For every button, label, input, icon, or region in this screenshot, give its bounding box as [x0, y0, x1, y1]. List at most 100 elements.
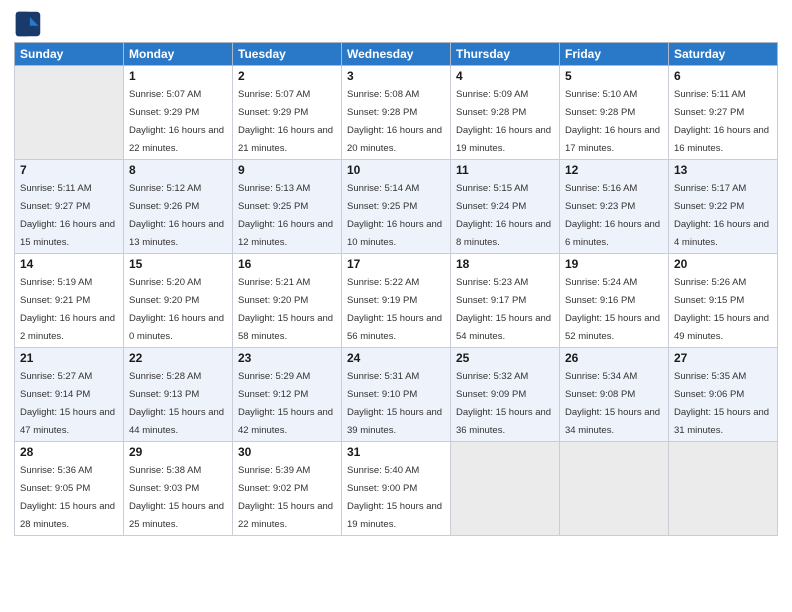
day-detail: Sunrise: 5:11 AMSunset: 9:27 PMDaylight:…: [674, 89, 769, 154]
calendar-cell: [669, 442, 778, 536]
day-detail: Sunrise: 5:16 AMSunset: 9:23 PMDaylight:…: [565, 183, 660, 248]
day-detail: Sunrise: 5:13 AMSunset: 9:25 PMDaylight:…: [238, 183, 333, 248]
day-number: 26: [565, 351, 663, 365]
day-detail: Sunrise: 5:36 AMSunset: 9:05 PMDaylight:…: [20, 465, 115, 530]
day-detail: Sunrise: 5:09 AMSunset: 9:28 PMDaylight:…: [456, 89, 551, 154]
day-number: 25: [456, 351, 554, 365]
day-number: 12: [565, 163, 663, 177]
day-detail: Sunrise: 5:07 AMSunset: 9:29 PMDaylight:…: [129, 89, 224, 154]
day-detail: Sunrise: 5:38 AMSunset: 9:03 PMDaylight:…: [129, 465, 224, 530]
header-tuesday: Tuesday: [233, 43, 342, 66]
day-number: 3: [347, 69, 445, 83]
day-number: 7: [20, 163, 118, 177]
header-saturday: Saturday: [669, 43, 778, 66]
calendar-cell: 30 Sunrise: 5:39 AMSunset: 9:02 PMDayligh…: [233, 442, 342, 536]
calendar-cell: 18 Sunrise: 5:23 AMSunset: 9:17 PMDayligh…: [451, 254, 560, 348]
day-detail: Sunrise: 5:11 AMSunset: 9:27 PMDaylight:…: [20, 183, 115, 248]
header: [14, 10, 778, 38]
logo: [14, 10, 46, 38]
day-detail: Sunrise: 5:17 AMSunset: 9:22 PMDaylight:…: [674, 183, 769, 248]
day-number: 30: [238, 445, 336, 459]
calendar-cell: 21 Sunrise: 5:27 AMSunset: 9:14 PMDayligh…: [15, 348, 124, 442]
header-thursday: Thursday: [451, 43, 560, 66]
calendar-cell: 1 Sunrise: 5:07 AMSunset: 9:29 PMDaylight…: [124, 66, 233, 160]
day-detail: Sunrise: 5:39 AMSunset: 9:02 PMDaylight:…: [238, 465, 333, 530]
day-detail: Sunrise: 5:07 AMSunset: 9:29 PMDaylight:…: [238, 89, 333, 154]
calendar-cell: [560, 442, 669, 536]
calendar-cell: 5 Sunrise: 5:10 AMSunset: 9:28 PMDaylight…: [560, 66, 669, 160]
calendar-cell: 13 Sunrise: 5:17 AMSunset: 9:22 PMDayligh…: [669, 160, 778, 254]
day-detail: Sunrise: 5:24 AMSunset: 9:16 PMDaylight:…: [565, 277, 660, 342]
header-monday: Monday: [124, 43, 233, 66]
day-number: 2: [238, 69, 336, 83]
day-number: 28: [20, 445, 118, 459]
day-number: 6: [674, 69, 772, 83]
header-sunday: Sunday: [15, 43, 124, 66]
day-number: 8: [129, 163, 227, 177]
day-number: 15: [129, 257, 227, 271]
calendar-cell: [15, 66, 124, 160]
calendar-cell: 19 Sunrise: 5:24 AMSunset: 9:16 PMDayligh…: [560, 254, 669, 348]
calendar-cell: 6 Sunrise: 5:11 AMSunset: 9:27 PMDaylight…: [669, 66, 778, 160]
day-number: 10: [347, 163, 445, 177]
day-number: 22: [129, 351, 227, 365]
day-number: 29: [129, 445, 227, 459]
day-number: 13: [674, 163, 772, 177]
day-number: 19: [565, 257, 663, 271]
day-number: 11: [456, 163, 554, 177]
day-number: 14: [20, 257, 118, 271]
day-detail: Sunrise: 5:14 AMSunset: 9:25 PMDaylight:…: [347, 183, 442, 248]
calendar-cell: 22 Sunrise: 5:28 AMSunset: 9:13 PMDayligh…: [124, 348, 233, 442]
day-detail: Sunrise: 5:08 AMSunset: 9:28 PMDaylight:…: [347, 89, 442, 154]
calendar-cell: 14 Sunrise: 5:19 AMSunset: 9:21 PMDayligh…: [15, 254, 124, 348]
day-number: 1: [129, 69, 227, 83]
header-wednesday: Wednesday: [342, 43, 451, 66]
day-number: 16: [238, 257, 336, 271]
calendar-week-row: 7 Sunrise: 5:11 AMSunset: 9:27 PMDaylight…: [15, 160, 778, 254]
calendar-cell: 27Sunrise: 5:35 AMSunset: 9:06 PMDayligh…: [669, 348, 778, 442]
day-number: 4: [456, 69, 554, 83]
calendar-cell: 15Sunrise: 5:20 AMSunset: 9:20 PMDayligh…: [124, 254, 233, 348]
calendar-cell: 16 Sunrise: 5:21 AMSunset: 9:20 PMDayligh…: [233, 254, 342, 348]
day-detail: Sunrise: 5:12 AMSunset: 9:26 PMDaylight:…: [129, 183, 224, 248]
calendar-cell: 31 Sunrise: 5:40 AMSunset: 9:00 PMDayligh…: [342, 442, 451, 536]
day-number: 21: [20, 351, 118, 365]
calendar-cell: [451, 442, 560, 536]
day-number: 9: [238, 163, 336, 177]
day-number: 27: [674, 351, 772, 365]
calendar-week-row: 28 Sunrise: 5:36 AMSunset: 9:05 PMDayligh…: [15, 442, 778, 536]
calendar-cell: 20Sunrise: 5:26 AMSunset: 9:15 PMDayligh…: [669, 254, 778, 348]
day-detail: Sunrise: 5:23 AMSunset: 9:17 PMDaylight:…: [456, 277, 551, 342]
day-number: 5: [565, 69, 663, 83]
day-detail: Sunrise: 5:27 AMSunset: 9:14 PMDaylight:…: [20, 371, 115, 436]
day-detail: Sunrise: 5:32 AMSunset: 9:09 PMDaylight:…: [456, 371, 551, 436]
logo-icon: [14, 10, 42, 38]
calendar-cell: 12 Sunrise: 5:16 AMSunset: 9:23 PMDayligh…: [560, 160, 669, 254]
day-detail: Sunrise: 5:26 AMSunset: 9:15 PMDaylight:…: [674, 277, 769, 342]
day-detail: Sunrise: 5:29 AMSunset: 9:12 PMDaylight:…: [238, 371, 333, 436]
calendar-table: Sunday Monday Tuesday Wednesday Thursday…: [14, 42, 778, 536]
calendar-cell: 29 Sunrise: 5:38 AMSunset: 9:03 PMDayligh…: [124, 442, 233, 536]
header-friday: Friday: [560, 43, 669, 66]
calendar-cell: 25 Sunrise: 5:32 AMSunset: 9:09 PMDayligh…: [451, 348, 560, 442]
calendar-cell: 28 Sunrise: 5:36 AMSunset: 9:05 PMDayligh…: [15, 442, 124, 536]
day-number: 18: [456, 257, 554, 271]
calendar-cell: 24Sunrise: 5:31 AMSunset: 9:10 PMDayligh…: [342, 348, 451, 442]
calendar-cell: 26Sunrise: 5:34 AMSunset: 9:08 PMDayligh…: [560, 348, 669, 442]
day-detail: Sunrise: 5:28 AMSunset: 9:13 PMDaylight:…: [129, 371, 224, 436]
day-detail: Sunrise: 5:10 AMSunset: 9:28 PMDaylight:…: [565, 89, 660, 154]
calendar-container: Sunday Monday Tuesday Wednesday Thursday…: [0, 0, 792, 612]
calendar-cell: 4 Sunrise: 5:09 AMSunset: 9:28 PMDaylight…: [451, 66, 560, 160]
day-number: 24: [347, 351, 445, 365]
calendar-cell: 7 Sunrise: 5:11 AMSunset: 9:27 PMDaylight…: [15, 160, 124, 254]
day-detail: Sunrise: 5:21 AMSunset: 9:20 PMDaylight:…: [238, 277, 333, 342]
calendar-cell: 9 Sunrise: 5:13 AMSunset: 9:25 PMDaylight…: [233, 160, 342, 254]
calendar-cell: 2 Sunrise: 5:07 AMSunset: 9:29 PMDaylight…: [233, 66, 342, 160]
calendar-cell: 10 Sunrise: 5:14 AMSunset: 9:25 PMDayligh…: [342, 160, 451, 254]
weekday-header-row: Sunday Monday Tuesday Wednesday Thursday…: [15, 43, 778, 66]
day-detail: Sunrise: 5:19 AMSunset: 9:21 PMDaylight:…: [20, 277, 115, 342]
day-number: 31: [347, 445, 445, 459]
day-number: 17: [347, 257, 445, 271]
day-detail: Sunrise: 5:40 AMSunset: 9:00 PMDaylight:…: [347, 465, 442, 530]
calendar-cell: 17Sunrise: 5:22 AMSunset: 9:19 PMDayligh…: [342, 254, 451, 348]
